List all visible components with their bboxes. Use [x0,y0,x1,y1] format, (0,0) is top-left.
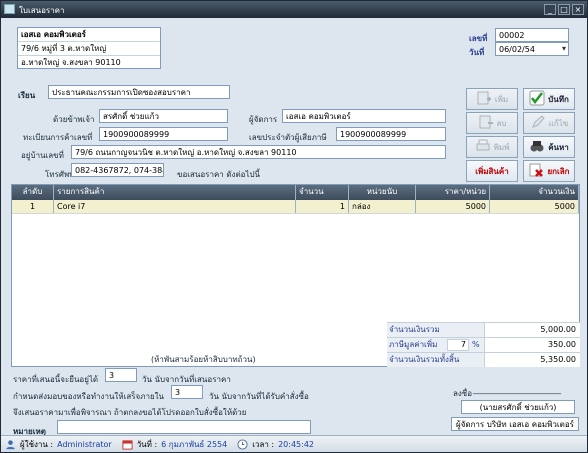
delivery-text-post: วัน นับจากวันที่ได้รับคำสั่งซื้อ [209,392,309,401]
doc-number-field[interactable]: 00002 [495,28,569,42]
delivery-days-field[interactable]: 3 [171,385,203,399]
col-header-price[interactable]: ราคา/หน่วย [416,185,490,200]
amount-in-words: (ห้าพันสามร้อยห้าสิบบาทถ้วน) [151,355,256,364]
window-icon [4,4,15,14]
col-header-item[interactable]: รายการสินค้า [54,185,296,200]
quotation-window: ใบเสนอราคา _ □ × เอสเอ คอมพิวเตอร์ 79/6 … [0,0,588,453]
by-label: ด้วยข้าพเจ้า [53,115,95,124]
sign-label: ลงชื่อ [453,389,473,398]
col-header-qty[interactable]: จำนวน [296,185,349,200]
col-header-amount[interactable]: จำนวนเงิน [490,185,579,200]
vat-percent-sign: % [472,340,480,349]
status-bar: ผู้ใช้งาน : Administrator วันที่ : 6 กุม… [1,435,587,452]
cell-amount[interactable]: 5000 [490,200,579,213]
vat-label-cell: ภาษีมูลค่าเพิ่ม 7 % [387,338,484,352]
house-label: อยู่บ้านเลขที่ [21,151,64,160]
add-button[interactable]: เพิ่ม [466,88,518,110]
search-button[interactable]: ค้นหา [523,136,575,158]
delete-doc-icon [478,114,494,132]
reg-field[interactable]: 1900900089999 [99,127,228,141]
edit-button[interactable]: แก้ไข [523,112,575,134]
status-time-label: เวลา : [252,439,275,449]
company-address-line2: อ.หาดใหญ่ จ.สงขลา 90110 [21,58,121,67]
window-title: ใบเสนอราคา [19,6,65,15]
col-header-no[interactable]: ลำดับ [12,185,54,200]
delivery-text-pre: กำหนดส่งมอบของหรือทำงานให้เสร็จภายใน [13,392,165,401]
company-address-line1: 79/6 หมู่ที่ 3 ต.หาดใหญ่ [18,42,160,56]
status-date-label: วันที่ : [136,439,158,449]
save-button[interactable]: บันทึก [523,88,575,110]
cell-price[interactable]: 5000 [416,200,490,213]
maximize-button[interactable]: □ [558,4,570,15]
totals-panel: จำนวนเงินรวม 5,000.00 ภาษีมูลค่าเพิ่ม 7 … [387,322,580,367]
reg-label: ทะเบียนการค้าเลขที่ [23,133,93,142]
cell-no[interactable]: 1 [12,200,54,213]
cell-qty[interactable]: 1 [296,200,349,213]
company-address-box: เอสเอ คอมพิวเตอร์ 79/6 หมู่ที่ 3 ต.หาดให… [17,27,161,69]
printer-icon [475,138,491,156]
tax-field[interactable]: 1900900089999 [336,127,446,141]
print-button[interactable]: พิมพ์ [466,136,518,158]
status-user-value: Administrator [57,439,112,449]
by-field[interactable]: สรศักดิ์ ช่วยแก้ว [99,109,228,123]
title-bar: ใบเสนอราคา _ □ × [1,1,587,18]
vat-value: 350.00 [484,338,580,352]
add-doc-icon [476,90,492,108]
delete-button[interactable]: ลบ [466,112,518,134]
clock-icon [237,438,248,450]
grand-total-label: จำนวนเงินรวมทั้งสิ้น [389,355,460,364]
note-field[interactable] [57,420,311,434]
subtotal-label: จำนวนเงินรวม [389,325,440,334]
doc-number-label: เลขที่ [469,34,488,43]
phone-field[interactable]: 082-4367872, 074-3841 [71,163,164,177]
house-field[interactable]: 79/6 ถนนกาญจนวนิช ต.หาดใหญ่ อ.หาดใหญ่ จ.… [71,145,446,159]
subtotal-value: 5,000.00 [484,323,580,337]
to-label: เรียน [18,91,36,100]
manager-label: ผู้จัดการ [249,115,278,124]
status-time-value: 20:45:42 [278,439,315,449]
grand-total-value: 5,350.00 [484,353,580,367]
cell-unit[interactable]: กล่อง [349,200,416,213]
binoculars-icon [529,138,545,156]
cell-item[interactable]: Core i7 [54,200,296,213]
minimize-button[interactable]: _ [544,4,556,15]
col-header-unit[interactable]: หน่วยนับ [349,185,416,200]
cancel-icon [528,162,544,180]
add-product-button[interactable]: เพิ่มสินค้า [466,160,518,182]
company-name: เอสเอ คอมพิวเตอร์ [18,28,160,42]
offer-text: ขอเสนอราคา ดังต่อไปนี้ [177,170,261,179]
cancel-button[interactable]: ยกเลิก [523,160,575,182]
table-row[interactable]: 1 Core i7 1 กล่อง 5000 5000 [12,200,579,214]
user-icon [5,439,16,450]
doc-date-value: 06/02/54 [499,45,535,54]
close-button[interactable]: × [572,4,584,15]
doc-date-label: วันที่ [469,48,485,57]
status-user-label: ผู้ใช้งาน : [20,439,54,449]
validity-text-pre: ราคาที่เสนอนี้จะยืนอยู่ได้ [13,375,99,384]
tax-label: เลขประจำตัวผู้เสียภาษี [249,133,327,142]
checkmark-icon [529,90,545,108]
manager-field[interactable]: เอสเอ คอมพิวเตอร์ [282,109,446,123]
doc-date-picker[interactable]: 06/02/54 ▾ [495,42,569,56]
signer-name-field[interactable]: (นายสรศักดิ์ ช่วยแก้ว) [461,400,575,414]
sign-line: ______________________ [473,385,561,394]
chevron-down-icon[interactable]: ▾ [562,43,566,54]
calendar-icon [122,439,133,450]
vat-rate-field[interactable]: 7 [447,339,469,351]
validity-days-field[interactable]: 3 [105,368,137,382]
to-field[interactable]: ประธานคณะกรรมการเปิดซองสอบราคา [48,85,230,99]
status-date-value: 6 กุมภาพันธ์ 2554 [161,439,228,449]
closing-text: จึงเสนอราคามาเพื่อพิจารณา ถ้าตกลงขอได้โป… [13,408,247,417]
vat-label: ภาษีมูลค่าเพิ่ม [389,340,438,349]
table-header: ลำดับ รายการสินค้า จำนวน หน่วยนับ ราคา/ห… [12,185,579,200]
signer-position-field[interactable]: ผู้จัดการ บริษัท เอสเอ คอมพิวเตอร์ [451,417,579,431]
pencil-icon [530,114,546,132]
